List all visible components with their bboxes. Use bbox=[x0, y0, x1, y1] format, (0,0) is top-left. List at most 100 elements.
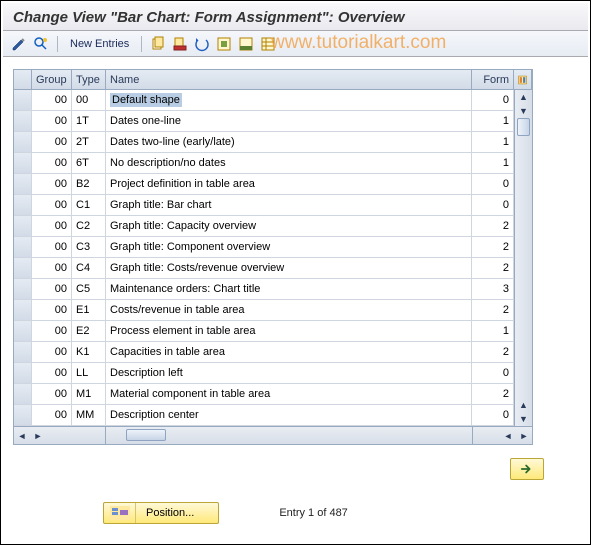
column-header-name[interactable]: Name bbox=[106, 70, 472, 89]
cell-name[interactable]: Description center bbox=[106, 405, 472, 426]
cell-group[interactable]: 00 bbox=[32, 153, 72, 174]
cell-group[interactable]: 00 bbox=[32, 384, 72, 405]
cell-group[interactable]: 00 bbox=[32, 342, 72, 363]
row-selector[interactable] bbox=[14, 363, 32, 384]
table-row[interactable]: 00E2Process element in table area1 bbox=[14, 321, 514, 342]
row-selector[interactable] bbox=[14, 300, 32, 321]
cell-group[interactable]: 00 bbox=[32, 174, 72, 195]
hscroll-track[interactable] bbox=[106, 427, 472, 444]
cell-name[interactable]: Project definition in table area bbox=[106, 174, 472, 195]
cell-group[interactable]: 00 bbox=[32, 363, 72, 384]
undo-icon[interactable] bbox=[194, 36, 210, 52]
row-selector[interactable] bbox=[14, 90, 32, 111]
cell-type[interactable]: 6T bbox=[72, 153, 106, 174]
table-row[interactable]: 0000Default shape0 bbox=[14, 90, 514, 111]
cell-form[interactable]: 2 bbox=[472, 237, 514, 258]
configure-columns-icon[interactable] bbox=[514, 70, 532, 89]
cell-form[interactable]: 2 bbox=[472, 258, 514, 279]
cell-type[interactable]: MM bbox=[72, 405, 106, 426]
row-selector-header[interactable] bbox=[14, 70, 32, 89]
cell-name[interactable]: Process element in table area bbox=[106, 321, 472, 342]
position-button[interactable]: Position... bbox=[103, 502, 219, 524]
table-row[interactable]: 00E1Costs/revenue in table area2 bbox=[14, 300, 514, 321]
cell-form[interactable]: 2 bbox=[472, 300, 514, 321]
cell-name[interactable]: Graph title: Component overview bbox=[106, 237, 472, 258]
hscroll-left-fixed-icon[interactable]: ◄ bbox=[14, 428, 30, 444]
cell-form[interactable]: 0 bbox=[472, 405, 514, 426]
cell-name[interactable]: Costs/revenue in table area bbox=[106, 300, 472, 321]
cell-group[interactable]: 00 bbox=[32, 132, 72, 153]
cell-form[interactable]: 2 bbox=[472, 384, 514, 405]
cell-form[interactable]: 1 bbox=[472, 132, 514, 153]
row-selector[interactable] bbox=[14, 279, 32, 300]
cell-name[interactable]: Default shape bbox=[106, 90, 472, 111]
cell-type[interactable]: M1 bbox=[72, 384, 106, 405]
hscroll-left-icon[interactable]: ◄ bbox=[500, 428, 516, 444]
cell-name[interactable]: Dates one-line bbox=[106, 111, 472, 132]
deselect-all-icon[interactable] bbox=[238, 36, 254, 52]
table-row[interactable]: 00M1Material component in table area2 bbox=[14, 384, 514, 405]
scroll-up-step-icon[interactable]: ▲ bbox=[515, 398, 532, 412]
scrollbar-track[interactable] bbox=[515, 118, 532, 398]
table-row[interactable]: 00C2Graph title: Capacity overview2 bbox=[14, 216, 514, 237]
cell-group[interactable]: 00 bbox=[32, 279, 72, 300]
toggle-edit-icon[interactable] bbox=[11, 36, 27, 52]
new-entries-button[interactable]: New Entries bbox=[66, 38, 133, 50]
cell-group[interactable]: 00 bbox=[32, 300, 72, 321]
scroll-down-icon[interactable]: ▼ bbox=[515, 412, 532, 426]
cell-type[interactable]: C4 bbox=[72, 258, 106, 279]
cell-form[interactable]: 2 bbox=[472, 342, 514, 363]
cell-name[interactable]: Graph title: Costs/revenue overview bbox=[106, 258, 472, 279]
cell-form[interactable]: 0 bbox=[472, 90, 514, 111]
column-header-group[interactable]: Group bbox=[32, 70, 72, 89]
cell-form[interactable]: 0 bbox=[472, 363, 514, 384]
cell-name[interactable]: Dates two-line (early/late) bbox=[106, 132, 472, 153]
cell-type[interactable]: 2T bbox=[72, 132, 106, 153]
table-row[interactable]: 002TDates two-line (early/late)1 bbox=[14, 132, 514, 153]
cell-type[interactable]: K1 bbox=[72, 342, 106, 363]
table-row[interactable]: 00B2Project definition in table area0 bbox=[14, 174, 514, 195]
row-selector[interactable] bbox=[14, 111, 32, 132]
cell-form[interactable]: 1 bbox=[472, 321, 514, 342]
select-view-icon[interactable] bbox=[33, 36, 49, 52]
scrollbar-thumb[interactable] bbox=[517, 118, 530, 136]
row-selector[interactable] bbox=[14, 174, 32, 195]
cell-group[interactable]: 00 bbox=[32, 111, 72, 132]
cell-name[interactable]: Graph title: Capacity overview bbox=[106, 216, 472, 237]
table-row[interactable]: 00C4Graph title: Costs/revenue overview2 bbox=[14, 258, 514, 279]
cell-group[interactable]: 00 bbox=[32, 90, 72, 111]
continue-button[interactable] bbox=[510, 458, 544, 480]
cell-type[interactable]: 00 bbox=[72, 90, 106, 111]
vertical-scrollbar[interactable]: ▲ ▼ ▲ ▼ bbox=[514, 90, 532, 426]
cell-type[interactable]: C5 bbox=[72, 279, 106, 300]
cell-name[interactable]: Description left bbox=[106, 363, 472, 384]
cell-type[interactable]: E2 bbox=[72, 321, 106, 342]
cell-group[interactable]: 00 bbox=[32, 237, 72, 258]
row-selector[interactable] bbox=[14, 195, 32, 216]
cell-type[interactable]: LL bbox=[72, 363, 106, 384]
column-header-form[interactable]: Form bbox=[472, 70, 514, 89]
cell-form[interactable]: 1 bbox=[472, 153, 514, 174]
cell-group[interactable]: 00 bbox=[32, 321, 72, 342]
cell-type[interactable]: C3 bbox=[72, 237, 106, 258]
cell-group[interactable]: 00 bbox=[32, 216, 72, 237]
table-row[interactable]: 001TDates one-line1 bbox=[14, 111, 514, 132]
cell-form[interactable]: 0 bbox=[472, 195, 514, 216]
copy-icon[interactable] bbox=[150, 36, 166, 52]
hscroll-thumb[interactable] bbox=[126, 429, 166, 441]
cell-form[interactable]: 1 bbox=[472, 111, 514, 132]
row-selector[interactable] bbox=[14, 153, 32, 174]
cell-form[interactable]: 0 bbox=[472, 174, 514, 195]
cell-name[interactable]: Capacities in table area bbox=[106, 342, 472, 363]
cell-form[interactable]: 3 bbox=[472, 279, 514, 300]
cell-type[interactable]: B2 bbox=[72, 174, 106, 195]
column-header-type[interactable]: Type bbox=[72, 70, 106, 89]
row-selector[interactable] bbox=[14, 342, 32, 363]
cell-name[interactable]: Maintenance orders: Chart title bbox=[106, 279, 472, 300]
row-selector[interactable] bbox=[14, 405, 32, 426]
table-row[interactable]: 00C1Graph title: Bar chart0 bbox=[14, 195, 514, 216]
hscroll-right-icon[interactable]: ► bbox=[516, 428, 532, 444]
cell-name[interactable]: No description/no dates bbox=[106, 153, 472, 174]
horizontal-scrollbar[interactable]: ◄ ► ◄ ► bbox=[14, 426, 532, 444]
table-settings-icon[interactable] bbox=[260, 36, 276, 52]
